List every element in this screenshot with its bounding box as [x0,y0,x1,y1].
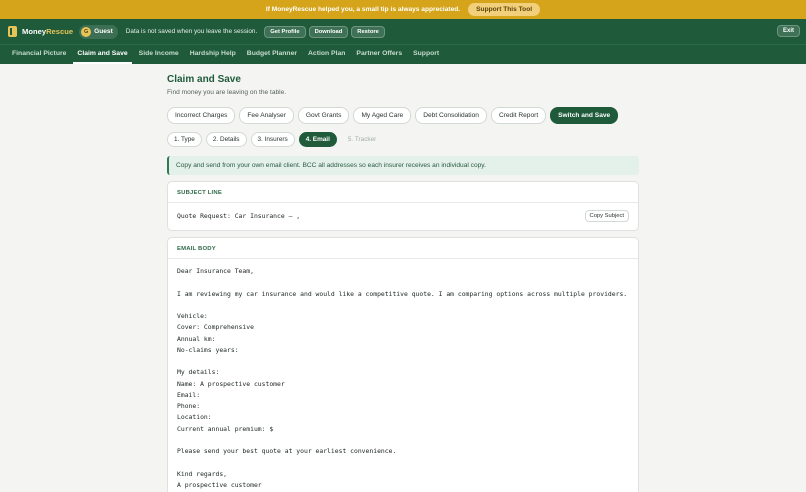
main-nav: Financial Picture Claim and Save Side In… [0,44,806,64]
email-line [177,277,629,288]
email-line: Current annual premium: $ [177,424,274,433]
email-line: Kind regards, [177,469,228,478]
divider [168,202,638,203]
tab-fee-analyser[interactable]: Fee Analyser [239,107,294,124]
avatar: G [81,26,92,37]
tab-my-aged-care[interactable]: My Aged Care [353,107,412,124]
nav-item-budget-planner[interactable]: Budget Planner [243,45,301,64]
tab-incorrect-charges[interactable]: Incorrect Charges [167,107,236,124]
nav-item-side-income[interactable]: Side Income [135,45,183,64]
support-banner-text: If MoneyRescue helped you, a small tip i… [265,6,461,13]
nav-item-action-plan[interactable]: Action Plan [304,45,349,64]
support-this-tool-button[interactable]: Support This Tool [468,3,541,16]
email-line: Vehicle: [177,312,208,320]
app-logo[interactable]: MoneyRescue [22,27,73,36]
email-line: Location: [177,413,212,422]
wizard-steps: 1. Type 2. Details 3. Insurers 4. Email … [167,132,639,147]
subject-card: SUBJECT LINE Quote Request: Car Insuranc… [167,181,639,231]
nav-item-support[interactable]: Support [409,45,443,64]
nav-item-partner-offers[interactable]: Partner Offers [352,45,406,64]
email-line: Dear Insurance Team, [177,267,254,275]
email-body-card: EMAIL BODY Dear Insurance Team, I am rev… [167,237,639,492]
email-line: Name: A prospective customer [177,379,285,388]
info-notice: Copy and send from your own email client… [167,156,639,175]
app-header: MoneyRescue G Guest Data is not saved wh… [0,19,806,44]
nav-item-hardship-help[interactable]: Hardship Help [186,45,240,64]
page-title: Claim and Save [167,74,241,85]
get-profile-button[interactable]: Get Profile [264,25,306,38]
email-line [177,300,629,311]
step-type[interactable]: 1. Type [167,132,202,147]
email-line: Annual km: [177,334,216,343]
email-line: Email: [177,390,201,399]
tool-tabs: Incorrect Charges Fee Analyser Govt Gran… [167,107,639,124]
nav-item-financial-picture[interactable]: Financial Picture [8,45,70,64]
download-button[interactable]: Download [308,25,349,38]
page-subtitle: Find money you are leaving on the table. [167,89,287,96]
email-line: Cover: Comprehensive [177,323,254,332]
email-line: Please send your best quote at your earl… [177,447,397,455]
logo-text-accent: Rescue [46,27,74,36]
email-line [177,435,629,446]
subject-text: Quote Request: Car Insurance — , [177,212,301,220]
step-tracker: 5. Tracker [347,136,377,143]
email-line [177,457,629,468]
logo-icon [8,26,17,37]
email-line: Phone: [177,402,201,410]
email-body-label: EMAIL BODY [177,246,216,252]
email-line: My details: [177,368,220,377]
tab-govt-grants[interactable]: Govt Grants [297,107,350,124]
divider [168,258,638,259]
email-line: No-claims years: [177,345,239,354]
main-content: Claim and Save Find money you are leavin… [167,74,639,492]
restore-button[interactable]: Restore [351,25,385,38]
email-line [177,356,629,367]
step-details[interactable]: 2. Details [205,132,247,147]
tab-switch-and-save[interactable]: Switch and Save [550,107,619,124]
logo-text-main: Money [22,27,47,36]
session-notice: Data is not saved when you leave the ses… [125,28,258,35]
exit-button[interactable]: Exit [776,25,800,37]
copy-subject-button[interactable]: Copy Subject [584,210,629,222]
user-chip[interactable]: G Guest [79,24,118,39]
subject-label: SUBJECT LINE [177,190,222,196]
tab-debt-consolidation[interactable]: Debt Consolidation [415,107,487,124]
email-line: I am reviewing my car insurance and woul… [177,289,628,298]
user-name: Guest [94,28,113,35]
email-line: A prospective customer [177,480,262,489]
nav-item-claim-and-save[interactable]: Claim and Save [73,45,132,64]
tab-credit-report[interactable]: Credit Report [490,107,547,124]
email-body-text: Dear Insurance Team, I am reviewing my c… [177,266,629,491]
step-insurers[interactable]: 3. Insurers [250,132,295,147]
step-email[interactable]: 4. Email [298,132,337,147]
support-banner: If MoneyRescue helped you, a small tip i… [0,0,806,19]
